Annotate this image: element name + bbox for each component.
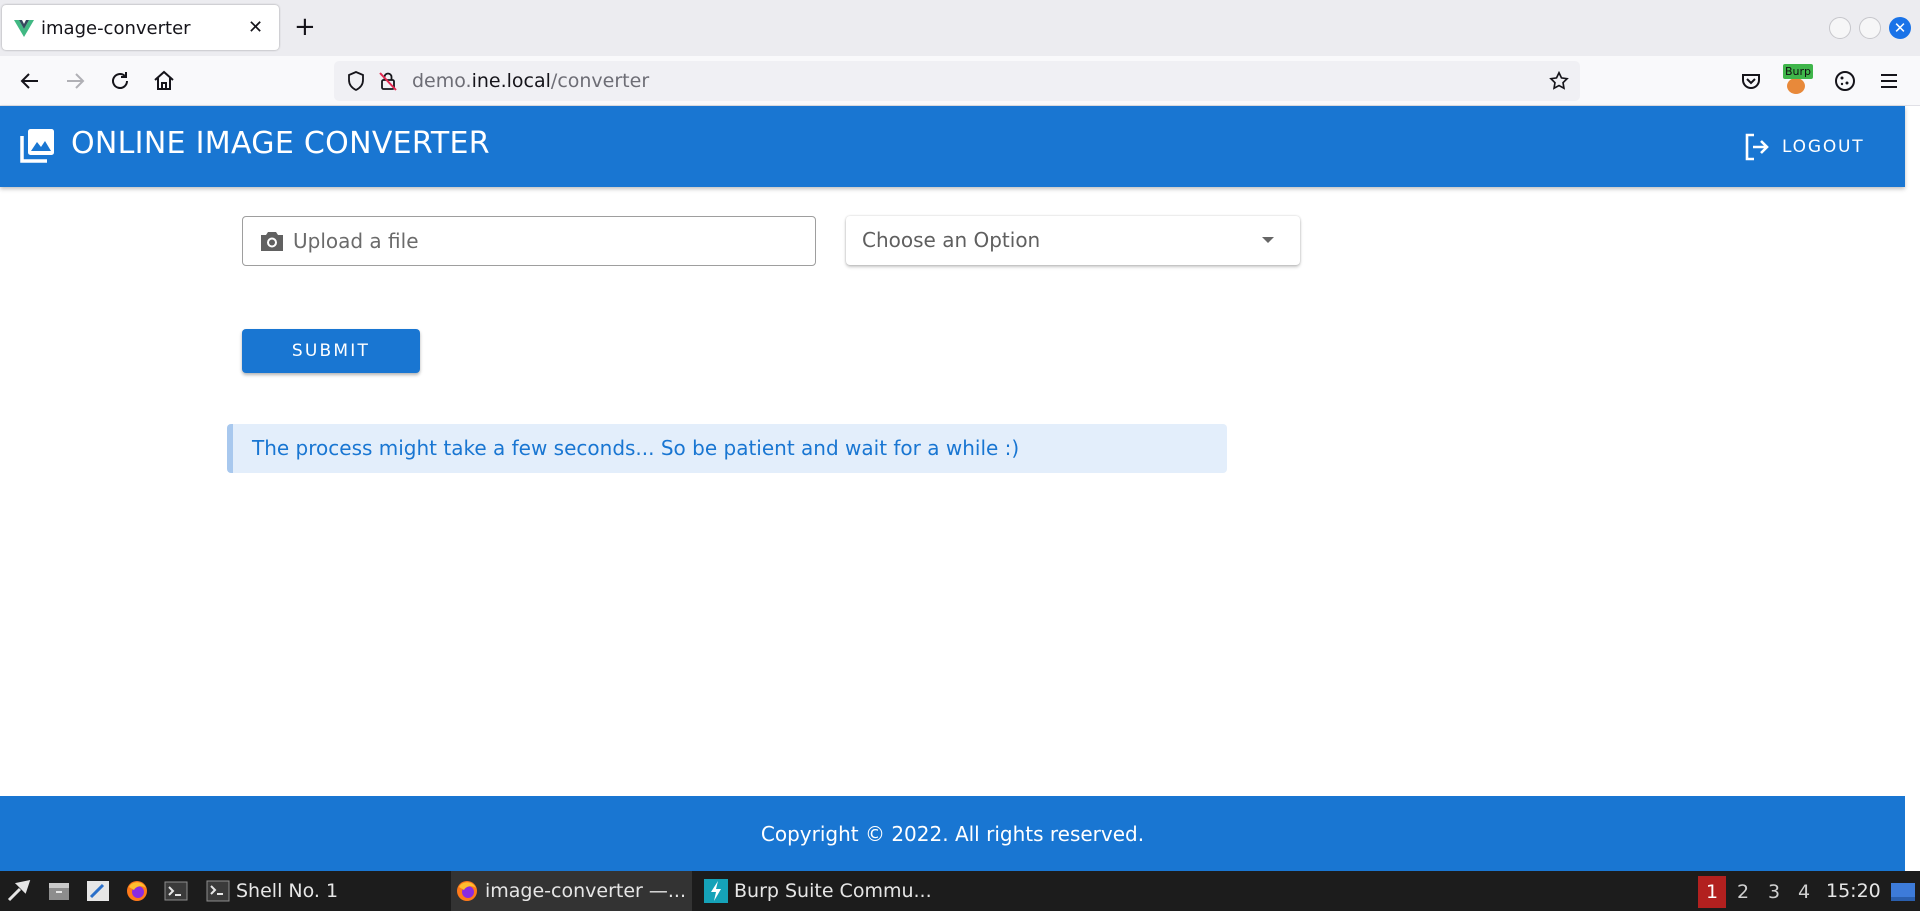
taskbar-item-firefox[interactable]: image-converter —... [451,871,692,911]
footer-copyright: Copyright © 2022. All rights reserved. [760,822,1145,846]
show-desktop-icon[interactable] [1890,880,1916,904]
browser-tab-bar: image-converter ✕ + ✕ [0,0,1920,56]
info-alert: The process might take a few seconds... … [227,424,1227,473]
cookie-icon[interactable] [1832,68,1858,94]
logout-button[interactable]: LOGOUT [1744,130,1864,164]
camera-icon [261,232,283,251]
workspace-4[interactable]: 4 [1790,876,1818,908]
terminal-icon[interactable] [163,879,189,903]
taskbar-item-label: Shell No. 1 [236,880,339,902]
terminal-icon [206,880,230,902]
select-placeholder: Choose an Option [862,228,1041,252]
desktop-taskbar: Shell No. 1 image-converter —... Burp Su… [0,871,1920,911]
logout-icon [1745,133,1769,161]
close-window-button[interactable]: ✕ [1889,17,1911,39]
taskbar-item-burp[interactable]: Burp Suite Commu... [704,871,944,911]
new-tab-button[interactable]: + [294,10,316,44]
pocket-icon[interactable] [1738,68,1764,94]
submit-button[interactable]: SUBMIT [242,329,420,373]
taskbar-item-shell[interactable]: Shell No. 1 [204,871,442,911]
firefox-icon[interactable] [124,879,150,903]
burp-extension-icon[interactable]: Burp [1783,64,1814,96]
address-bar[interactable]: demo.ine.local/converter [334,61,1580,101]
url-prefix: demo. [412,70,472,92]
minimize-window-button[interactable] [1829,17,1851,39]
insecure-lock-icon[interactable] [376,69,400,93]
tab-close-icon[interactable]: ✕ [248,17,263,38]
maximize-window-button[interactable] [1859,17,1881,39]
text-editor-icon[interactable] [85,879,111,903]
burp-suite-icon [704,879,728,903]
page-footer: Copyright © 2022. All rights reserved. [0,796,1905,871]
file-manager-icon[interactable] [46,879,72,903]
workspace-1[interactable]: 1 [1698,876,1726,908]
bookmark-star-icon[interactable] [1548,70,1570,92]
firefox-icon [457,881,477,901]
taskbar-item-label: image-converter —... [485,880,687,902]
tracking-shield-icon[interactable] [344,69,368,93]
dropdown-arrow-icon [1262,237,1274,243]
vue-favicon-icon [14,20,34,37]
app-title: ONLINE IMAGE CONVERTER [71,126,490,161]
clock: 15:20 [1826,880,1881,902]
extension-badge: Burp [1783,64,1814,79]
browser-nav-bar: demo.ine.local/converter Burp [0,56,1920,106]
app-menu-icon[interactable] [6,879,32,903]
workspace-3[interactable]: 3 [1760,876,1788,908]
menu-hamburger-icon[interactable] [1876,68,1902,94]
logout-label: LOGOUT [1782,137,1865,157]
app-header: ONLINE IMAGE CONVERTER LOGOUT [0,106,1905,187]
format-select[interactable]: Choose an Option [846,216,1300,265]
upload-placeholder: Upload a file [293,229,419,253]
forward-arrow-icon[interactable] [62,68,88,94]
alert-message: The process might take a few seconds... … [252,436,1020,460]
tab-title: image-converter [41,18,191,39]
url-text: demo.ine.local/converter [412,70,649,92]
home-icon[interactable] [151,68,177,94]
file-upload-input[interactable]: Upload a file [242,216,816,266]
url-host: ine.local [471,70,551,92]
taskbar-item-label: Burp Suite Commu... [734,880,932,902]
back-arrow-icon[interactable] [17,68,43,94]
image-gallery-icon [20,129,54,163]
browser-tab-active[interactable]: image-converter ✕ [2,5,279,50]
workspace-2[interactable]: 2 [1729,876,1757,908]
screen: image-converter ✕ + ✕ demo.ine.local/con… [0,0,1920,911]
reload-icon[interactable] [107,68,133,94]
url-path: /converter [550,70,650,92]
